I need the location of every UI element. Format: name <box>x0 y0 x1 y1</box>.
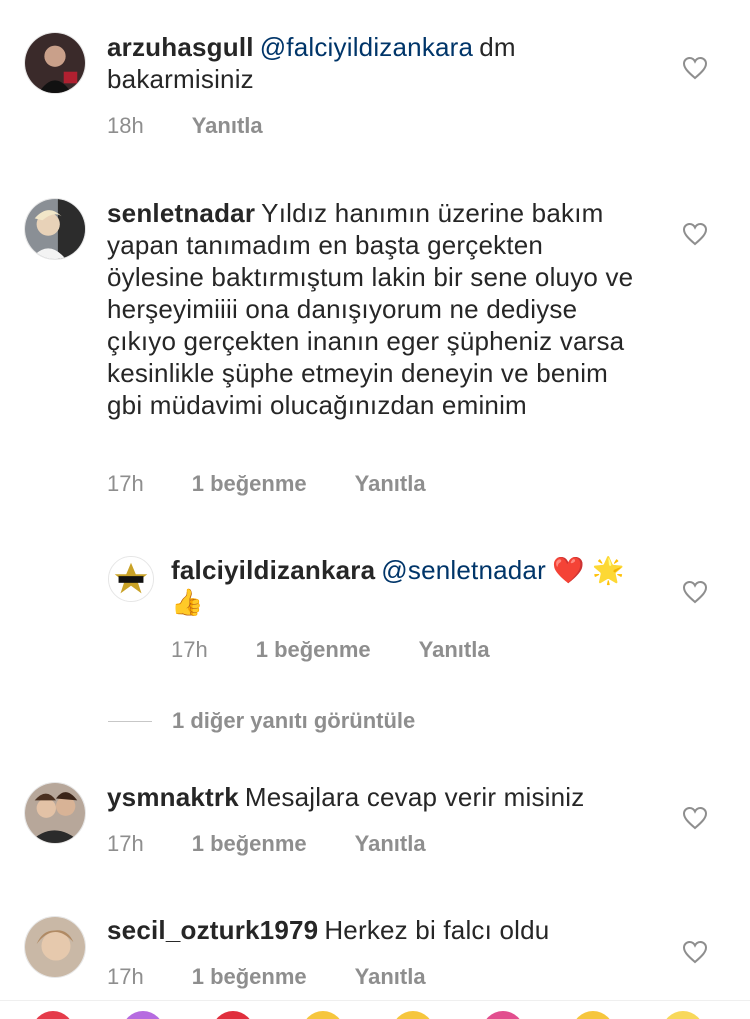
divider-line <box>108 720 152 722</box>
reply-button[interactable]: Yanıtla <box>355 964 426 990</box>
comment-time: 17h <box>107 964 144 989</box>
comment-username[interactable]: senletnadar <box>107 198 255 228</box>
avatar[interactable] <box>24 782 86 844</box>
likes-count[interactable]: 1 beğenme <box>192 964 307 990</box>
likes-count[interactable]: 1 beğenme <box>192 471 307 497</box>
comment-meta: 17h 1 beğenme Yanıtla <box>107 964 426 990</box>
likes-count[interactable]: 1 beğenme <box>192 831 307 857</box>
comment-body: Yıldız hanımın üzerine bakım yapan tanım… <box>107 198 634 420</box>
comment-time: 18h <box>107 113 144 138</box>
comment-body: Herkez bi falcı oldu <box>324 915 550 945</box>
heart-outline-icon[interactable] <box>682 56 708 80</box>
heart-outline-icon[interactable] <box>682 222 708 246</box>
reply-button[interactable]: Yanıtla <box>192 113 263 139</box>
reply-button[interactable]: Yanıtla <box>355 471 426 497</box>
avatar[interactable] <box>108 556 154 602</box>
heart-outline-icon[interactable] <box>682 580 708 604</box>
view-more-replies-button[interactable]: 1 diğer yanıtı görüntüle <box>108 706 415 736</box>
comment-time: 17h <box>107 831 144 856</box>
comment-text: secil_ozturk1979 Herkez bi falcı oldu <box>107 914 647 946</box>
comment-text: arzuhasgull @falciyildizankara dm bakarmis… <box>107 31 607 95</box>
likes-count[interactable]: 1 beğenme <box>256 637 371 663</box>
comment-mention[interactable]: @falciyildizankara <box>260 32 474 62</box>
view-replies-label: 1 diğer yanıtı görüntüle <box>172 708 416 733</box>
reply-button[interactable]: Yanıtla <box>419 637 490 663</box>
comment-body: Mesajlara cevap verir misiniz <box>244 782 585 812</box>
comment-text: ysmnaktrk Mesajlara cevap verir misiniz <box>107 781 647 813</box>
comment-meta: 17h 1 beğenme Yanıtla <box>107 831 426 857</box>
avatar[interactable] <box>24 198 86 260</box>
comment-meta: 17h 1 beğenme Yanıtla <box>107 471 426 497</box>
comment-username[interactable]: secil_ozturk1979 <box>107 915 318 945</box>
comment-meta: 18h Yanıtla <box>107 113 263 139</box>
comment-username[interactable]: ysmnaktrk <box>107 782 239 812</box>
comment-text: falciyildizankara @senletnadar ❤️ 🌟 👍 <box>171 554 641 618</box>
comment-text: senletnadar Yıldız hanımın üzerine bakım … <box>107 197 647 421</box>
heart-outline-icon[interactable] <box>682 940 708 964</box>
comment-username[interactable]: arzuhasgull <box>107 32 254 62</box>
comment-time: 17h <box>171 637 208 662</box>
emoji-reaction-bar <box>0 1000 750 1019</box>
avatar[interactable] <box>24 32 86 94</box>
comment-meta: 17h 1 beğenme Yanıtla <box>171 637 490 663</box>
avatar[interactable] <box>24 916 86 978</box>
comment-username[interactable]: falciyildizankara <box>171 555 375 585</box>
reply-button[interactable]: Yanıtla <box>355 831 426 857</box>
heart-outline-icon[interactable] <box>682 806 708 830</box>
comment-time: 17h <box>107 471 144 496</box>
comment-mention[interactable]: @senletnadar <box>381 555 546 585</box>
